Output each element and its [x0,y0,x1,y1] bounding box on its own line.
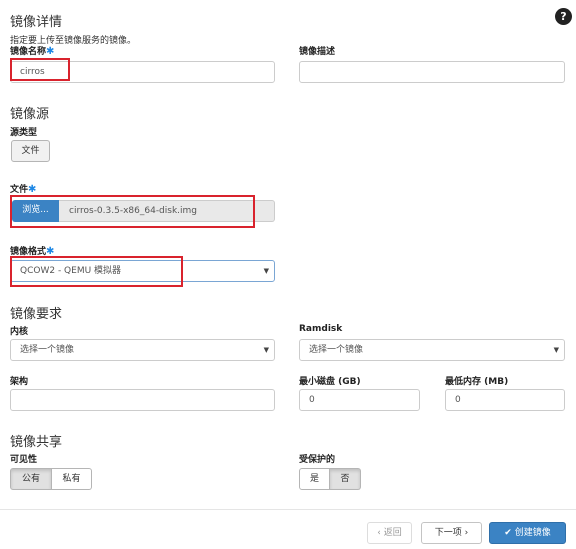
protected-yes-button[interactable]: 是 [299,468,330,490]
section-title-source: 镜像源 [10,107,50,122]
kernel-label: 内核 [10,327,29,337]
image-format-value: QCOW2 - QEMU 模拟器 [20,266,122,276]
create-image-dialog: ? 镜像详情 指定要上传至镜像服务的镜像。 镜像名称✱ cirros 镜像描述 … [0,0,576,549]
kernel-select[interactable]: 选择一个镜像 ▼ [10,339,275,361]
visibility-public-button[interactable]: 公有 [10,468,52,490]
image-name-input[interactable]: cirros [10,61,275,83]
min-disk-label: 最小磁盘 (GB) [299,377,361,387]
chevron-down-icon: ▼ [263,346,269,354]
section-title-details: 镜像详情 [10,15,63,30]
question-circle-icon[interactable]: ? [555,8,572,25]
image-format-select[interactable]: QCOW2 - QEMU 模拟器 ▼ [10,260,275,282]
source-type-label: 源类型 [10,128,38,138]
section-title-requirements: 镜像要求 [10,307,63,322]
visibility-label: 可见性 [10,455,38,465]
architecture-label: 架构 [10,377,29,387]
ramdisk-label: Ramdisk [299,324,343,334]
image-name-label-text: 镜像名称 [10,47,47,57]
required-asterisk: ✱ [46,46,55,57]
kernel-value: 选择一个镜像 [20,345,75,355]
min-ram-label: 最低内存 (MB) [445,377,509,387]
section-title-sharing: 镜像共享 [10,435,63,450]
chevron-down-icon: ▼ [553,346,559,354]
min-ram-input[interactable]: 0 [445,389,565,411]
image-format-label: 镜像格式✱ [10,244,54,257]
image-name-label: 镜像名称✱ [10,44,54,57]
file-label-text: 文件 [10,185,29,195]
visibility-private-button[interactable]: 私有 [52,468,92,490]
architecture-input[interactable] [10,389,275,411]
image-desc-label: 镜像描述 [299,47,336,57]
required-asterisk: ✱ [28,184,37,195]
protected-no-button[interactable]: 否 [330,468,361,490]
ramdisk-select[interactable]: 选择一个镜像 ▼ [299,339,565,361]
file-label: 文件✱ [10,182,36,195]
browse-button[interactable]: 浏览... [12,200,59,222]
create-image-button[interactable]: ✔ 创建镜像 [489,522,566,544]
chevron-down-icon: ▼ [263,267,269,275]
image-format-label-text: 镜像格式 [10,247,47,257]
source-type-file-button[interactable]: 文件 [11,140,50,162]
footer-divider [0,509,576,510]
min-disk-input[interactable]: 0 [299,389,420,411]
required-asterisk: ✱ [46,246,55,257]
protected-label: 受保护的 [299,455,336,465]
ramdisk-value: 选择一个镜像 [309,345,364,355]
image-desc-input[interactable] [299,61,565,83]
file-name-display: cirros-0.3.5-x86_64-disk.img [59,200,275,222]
next-button[interactable]: 下一项 › [421,522,482,544]
back-button[interactable]: ‹ 返回 [367,522,412,544]
